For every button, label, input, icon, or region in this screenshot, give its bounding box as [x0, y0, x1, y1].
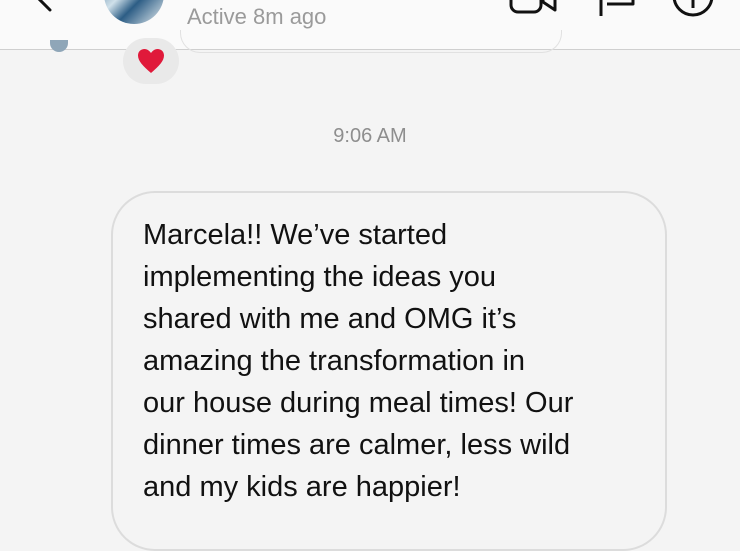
heart-reaction[interactable] [123, 38, 179, 84]
active-status: Active 8m ago [187, 4, 327, 29]
previous-message-bubble[interactable] [180, 30, 562, 53]
message-text: Marcela!! We’ve started implementing the… [143, 219, 574, 503]
avatar[interactable] [104, 0, 164, 24]
heart-icon [138, 49, 164, 73]
video-camera-icon[interactable] [509, 0, 557, 16]
back-chevron-icon[interactable] [26, 0, 62, 14]
flag-icon[interactable] [597, 0, 637, 18]
sender-avatar [50, 40, 68, 52]
info-icon[interactable] [670, 0, 716, 18]
message-timestamp: 9:06 AM [333, 125, 407, 147]
